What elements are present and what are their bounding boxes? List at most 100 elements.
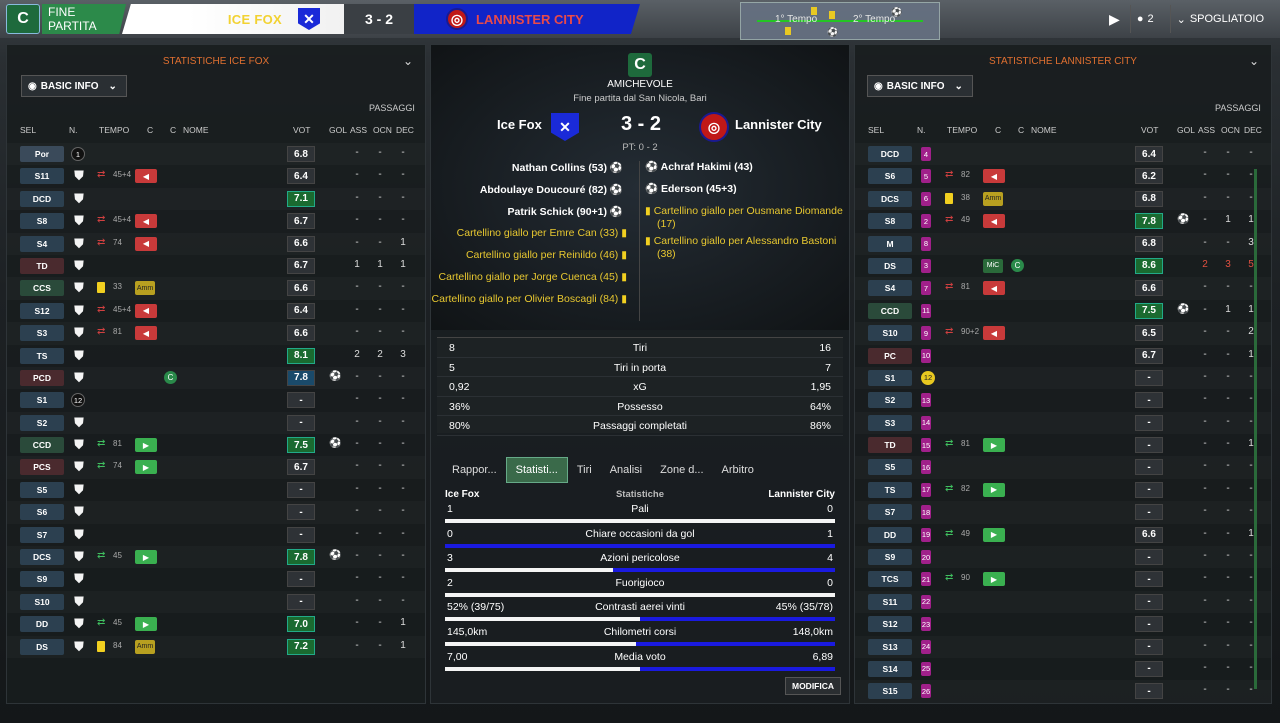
tab-5[interactable]: Zone d...	[651, 457, 712, 483]
home-panel-header: STATISTICHE ICE FOX ⌄	[7, 45, 425, 77]
stat-ass: -	[355, 438, 359, 450]
stat-row: 1 Pali 0	[445, 501, 835, 526]
sub-out-button[interactable]: ◀	[135, 326, 157, 341]
player-row[interactable]: CCS⛊33Amm●Emre Can6.6---	[7, 277, 425, 299]
sub-out-button[interactable]: ◀	[983, 169, 1005, 184]
player-row[interactable]: M8●Sandro Tonali6.8--3	[855, 233, 1271, 255]
player-row[interactable]: S213●M. Gutiérrez----	[855, 389, 1271, 411]
stat-away-value: 0	[827, 503, 833, 515]
player-row[interactable]: S82⇄49◀●Achraf Hakimi7.8⚽-11	[855, 210, 1271, 232]
basic-info-dropdown[interactable]: ◉ BASIC INFO ⌄	[21, 75, 127, 97]
player-row[interactable]: TCS21⇄90▶●Marcos Leona...----	[855, 568, 1271, 590]
summary-label: Tiri in porta	[613, 361, 667, 374]
player-row[interactable]: S9⛊●Rodrigo Becão----	[7, 568, 425, 590]
tab-1[interactable]: Rappor...	[443, 457, 506, 483]
player-row[interactable]: TD⛊●Suso6.7111	[7, 255, 425, 277]
player-row[interactable]: S65⇄82◀●O. Diomande6.2---	[855, 165, 1271, 187]
player-row[interactable]: S10⛊●C. Hernández----	[7, 591, 425, 613]
sub-in-button[interactable]: ▶	[983, 572, 1005, 587]
tab-6[interactable]: Arbitro	[713, 457, 763, 483]
goal-icon: ⚽	[329, 438, 342, 450]
match-timeline[interactable]: 1° Tempo 2° Tempo ⚽ ⚽	[740, 2, 940, 40]
player-row[interactable]: S4⛊⇄74◀●Ivan Toney6.6--1	[7, 233, 425, 255]
truck-icon[interactable]: ▶	[1109, 11, 1120, 28]
tab-3[interactable]: Tiri	[568, 457, 601, 483]
player-row[interactable]: CCD⛊⇄81▶●A. Doucouré7.5⚽---	[7, 434, 425, 456]
player-row[interactable]: Por1●Lucas Perri6.8---	[7, 143, 425, 165]
player-row[interactable]: CCD11●Ederson7.5⚽-11	[855, 300, 1271, 322]
player-row[interactable]: TS17⇄82▶●A. Barrenetxea----	[855, 479, 1271, 501]
column-header: GOL	[1177, 125, 1195, 135]
player-row[interactable]: DCD4●Wesley Fofana6.4---	[855, 143, 1271, 165]
player-row[interactable]: S112●Bento----	[855, 367, 1271, 389]
collapse-icon[interactable]: ⌄	[1249, 54, 1259, 68]
sub-out-button[interactable]: ◀	[983, 281, 1005, 296]
player-row[interactable]: S314●Billy Gilmour----	[855, 412, 1271, 434]
sub-in-button[interactable]: ▶	[135, 438, 157, 453]
sub-in-button[interactable]: ▶	[135, 460, 157, 475]
basic-info-dropdown[interactable]: ◉ BASIC INFO ⌄	[867, 75, 973, 97]
player-row[interactable]: PCD⛊C●Patrick Schick7.8⚽---	[7, 367, 425, 389]
collapse-icon[interactable]: ⌄	[403, 54, 413, 68]
player-row[interactable]: DD⛊⇄45▶●Youssouf Sabaly7.0--1	[7, 613, 425, 635]
tab-2[interactable]: Statisti...	[505, 457, 568, 483]
player-row[interactable]: DS3MiCC●F. Dimarco8.6235	[855, 255, 1271, 277]
sub-out-button[interactable]: ◀	[983, 214, 1005, 229]
player-row[interactable]: TD15⇄81▶●M. Kudus---1	[855, 434, 1271, 456]
sub-out-button[interactable]: ◀	[983, 326, 1005, 341]
sub-in-button[interactable]: ▶	[135, 550, 157, 565]
player-row[interactable]: S5⛊●Thierno Barry----	[7, 479, 425, 501]
player-row[interactable]: TS⛊●Ebere Eze8.1223	[7, 345, 425, 367]
top-right-controls: ▶ ● 2 ⌄ SPOGLIATOIO	[1109, 0, 1280, 38]
player-row[interactable]: DS⛊84Amm●Olivier Boscagli7.2--1	[7, 636, 425, 658]
player-row[interactable]: DCS⛊⇄45▶●Nathan Collins7.8⚽---	[7, 546, 425, 568]
player-row[interactable]: PC10●Alexander Isak6.7--1	[855, 345, 1271, 367]
sub-in-button[interactable]: ▶	[135, 617, 157, 632]
player-row[interactable]: S1425●Zeno Debast----	[855, 658, 1271, 680]
sub-in-button[interactable]: ▶	[983, 482, 1005, 497]
shirt-icon: ⛊	[74, 571, 84, 587]
player-row[interactable]: S3⛊⇄81◀●G. Kondogbia6.6---	[7, 322, 425, 344]
player-row[interactable]: S47⇄81◀●João Neves6.6---	[855, 277, 1271, 299]
player-rating: 6.6	[287, 325, 315, 342]
sub-out-button[interactable]: ◀	[135, 169, 157, 184]
player-row[interactable]: DCS638Amm●A. Bastoni6.8---	[855, 188, 1271, 210]
modifica-button[interactable]: MODIFICA	[785, 677, 841, 695]
scrollbar[interactable]	[1254, 169, 1257, 689]
player-row[interactable]: S12⛊⇄45+4◀●Reinildo6.4---	[7, 300, 425, 322]
club-logo-icon[interactable]: C	[6, 4, 40, 34]
player-row[interactable]: S1122●Thilo Kehrer----	[855, 591, 1271, 613]
tab-4[interactable]: Analisi	[601, 457, 651, 483]
player-row[interactable]: S11⛊⇄45+4◀●Sergi Roberto6.4---	[7, 165, 425, 187]
player-row[interactable]: S718●M. Politano----	[855, 501, 1271, 523]
shirt-number: 24	[921, 639, 931, 654]
player-rating: 6.4	[1135, 146, 1163, 162]
player-row[interactable]: S920●Andrey Santos----	[855, 546, 1271, 568]
player-row[interactable]: S1324●Harry Wilson----	[855, 636, 1271, 658]
top-score: 3 - 2	[344, 4, 414, 34]
player-row[interactable]: S6⛊●James McAtee----	[7, 501, 425, 523]
sub-in-button[interactable]: ▶	[983, 527, 1005, 542]
event-text: Patrik Schick (90+1)	[507, 206, 607, 218]
player-row[interactable]: S1526●C. Chukwue...----	[855, 680, 1271, 702]
sub-in-button[interactable]: ▶	[983, 438, 1005, 453]
player-row[interactable]: S8⛊⇄45+4◀●Jorge Cuenca6.7---	[7, 210, 425, 232]
player-row[interactable]: S1223●H. Morita----	[855, 613, 1271, 635]
summary-away-value: 16	[819, 342, 831, 354]
sub-out-button[interactable]: ◀	[135, 236, 157, 251]
player-row[interactable]: S2⛊●Victor Gómez----	[7, 412, 425, 434]
home-crest-icon: ✕	[551, 113, 579, 141]
player-row[interactable]: S109⇄90+2◀●Harry Kane6.5--2	[855, 322, 1271, 344]
player-row[interactable]: PCS⛊⇄74▶●Mateo Retegui6.7---	[7, 456, 425, 478]
player-row[interactable]: S516●M. Simakan----	[855, 456, 1271, 478]
dressing-room-button[interactable]: ⌄ SPOGLIATOIO	[1169, 5, 1270, 33]
basic-info-label: BASIC INFO	[886, 80, 945, 92]
sub-out-button[interactable]: ◀	[135, 214, 157, 229]
users-button[interactable]: ● 2	[1129, 5, 1160, 33]
player-row[interactable]: S112●K. Schmeichel----	[7, 389, 425, 411]
sub-out-button[interactable]: ◀	[135, 303, 157, 318]
player-row[interactable]: DD19⇄49▶●Arnau Martinez6.6--1	[855, 524, 1271, 546]
player-row[interactable]: S7⛊●Jonas Wind----	[7, 524, 425, 546]
stat-label: Chiare occasioni da gol	[585, 527, 695, 540]
player-row[interactable]: DCD⛊●C. Mbemba7.1---	[7, 188, 425, 210]
